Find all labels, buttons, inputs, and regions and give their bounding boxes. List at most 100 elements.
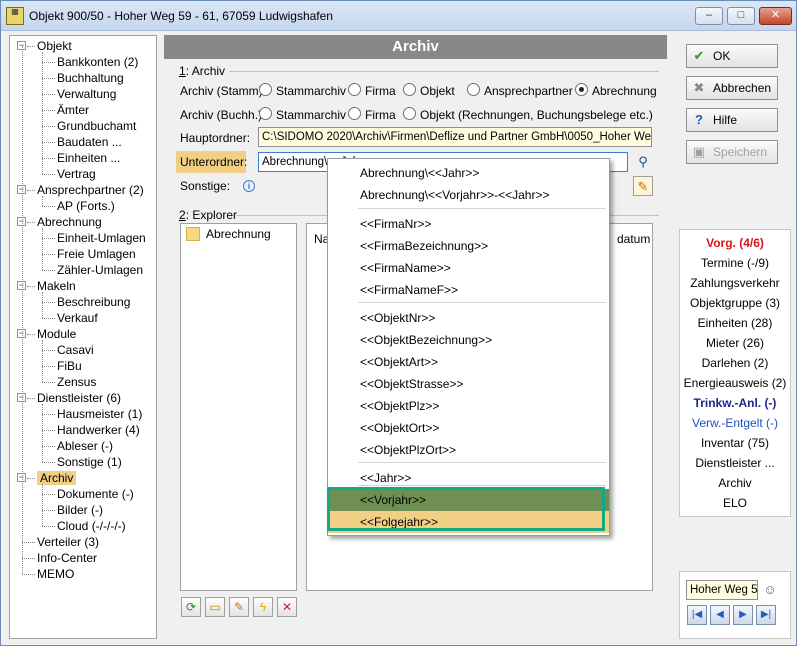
dropdown-option[interactable]: <<FirmaNr>> <box>328 213 609 235</box>
tree-node[interactable]: Dienstleister (6) <box>37 390 121 406</box>
close-button[interactable]: ✕ <box>759 7 792 25</box>
dropdown-option[interactable]: <<ObjektPlzOrt>> <box>328 439 609 461</box>
tree-child-item[interactable]: FiBu <box>57 358 82 374</box>
radio-stamm-ansprechpartner-label[interactable]: Ansprechpartner <box>484 84 573 98</box>
dropdown-option[interactable]: <<ObjektNr>> <box>328 307 609 329</box>
module-link[interactable]: Darlehen (2) <box>680 355 790 371</box>
radio-stamm-firma-label[interactable]: Firma <box>365 84 396 98</box>
open-folder-icon[interactable]: ▭ <box>205 597 225 617</box>
radio-buchh-firma-label[interactable]: Firma <box>365 108 396 122</box>
radio-buchh-firma[interactable] <box>348 107 361 120</box>
tree-node[interactable]: Ansprechpartner (2) <box>37 182 144 198</box>
module-link[interactable]: Termine (-/9) <box>680 255 790 271</box>
lightning-icon[interactable]: ϟ <box>253 597 273 617</box>
dropdown-option[interactable]: <<FirmaNameF>> <box>328 279 609 301</box>
tree-node[interactable]: Info-Center <box>37 550 97 566</box>
delete-icon[interactable]: ✕ <box>277 597 297 617</box>
tree-child-item[interactable]: Verkauf <box>57 310 98 326</box>
radio-stamm-ansprechpartner[interactable] <box>467 83 480 96</box>
radio-stamm-abrechnung[interactable] <box>575 83 588 96</box>
maximize-button[interactable]: □ <box>727 7 755 25</box>
radio-stamm-stammarchiv-label[interactable]: Stammarchiv <box>276 84 346 98</box>
tree-child-item[interactable]: Dokumente (-) <box>57 486 134 502</box>
title-bar[interactable]: ▦ Objekt 900/50 - Hoher Weg 59 - 61, 670… <box>1 1 796 31</box>
module-link[interactable]: Archiv <box>680 475 790 491</box>
dropdown-option[interactable]: <<ObjektBezeichnung>> <box>328 329 609 351</box>
ok-button[interactable]: ✔ OK <box>686 44 778 68</box>
previous-record-button[interactable]: ◀ <box>710 605 730 625</box>
radio-stamm-stammarchiv[interactable] <box>259 83 272 96</box>
radio-buchh-objekt[interactable] <box>403 107 416 120</box>
tree-child-item[interactable]: Casavi <box>57 342 94 358</box>
first-record-button[interactable]: |◀ <box>687 605 707 625</box>
refresh-icon[interactable]: ⟳ <box>181 597 201 617</box>
radio-stamm-objekt[interactable] <box>403 83 416 96</box>
dropdown-option[interactable]: Abrechnung\<<Vorjahr>>-<<Jahr>> <box>328 184 609 206</box>
tree-child-item[interactable]: Beschreibung <box>57 294 130 310</box>
module-link[interactable]: Einheiten (28) <box>680 315 790 331</box>
dropdown-option[interactable]: <<FirmaBezeichnung>> <box>328 235 609 257</box>
tree-child-item[interactable]: Zensus <box>57 374 96 390</box>
tree-child-item[interactable]: Ableser (-) <box>57 438 113 454</box>
radio-buchh-stammarchiv-label[interactable]: Stammarchiv <box>276 108 346 122</box>
explorer-folder-pane[interactable]: Abrechnung <box>180 223 297 591</box>
tree-child-item[interactable]: Cloud (-/-/-/-) <box>57 518 126 534</box>
tree-child-item[interactable]: Buchhaltung <box>57 70 124 86</box>
radio-buchh-stammarchiv[interactable] <box>259 107 272 120</box>
hauptordner-input[interactable]: C:\SIDOMO 2020\Archiv\Firmen\Deflize und… <box>258 127 652 147</box>
tree-child-item[interactable]: Einheiten ... <box>57 150 120 166</box>
radio-stamm-objekt-label[interactable]: Objekt <box>420 84 455 98</box>
speichern-button[interactable]: ▣ Speichern <box>686 140 778 164</box>
dropdown-option[interactable]: <<ObjektOrt>> <box>328 417 609 439</box>
module-link[interactable]: Energieausweis (2) <box>680 375 790 391</box>
wand-icon[interactable]: ✎ <box>633 176 653 196</box>
dropdown-option[interactable]: <<ObjektStrasse>> <box>328 373 609 395</box>
tree-child-item[interactable]: Sonstige (1) <box>57 454 122 470</box>
tree-child-item[interactable]: Baudaten ... <box>57 134 122 150</box>
binoculars-icon[interactable]: ⚲ <box>633 152 653 172</box>
tree-child-item[interactable]: Grundbuchamt <box>57 118 136 134</box>
tree-child-item[interactable]: Vertrag <box>57 166 96 182</box>
tree-node[interactable]: MEMO <box>37 566 74 582</box>
minimize-button[interactable]: – <box>695 7 723 25</box>
tree-child-item[interactable]: Verwaltung <box>57 86 116 102</box>
explorer-folder-item[interactable]: Abrechnung <box>206 227 271 241</box>
last-record-button[interactable]: ▶| <box>756 605 776 625</box>
module-link[interactable]: Mieter (26) <box>680 335 790 351</box>
unterordner-dropdown-list[interactable]: Abrechnung\<<Jahr>> Abrechnung\<<Vorjahr>… <box>327 158 610 536</box>
tree-child-item[interactable]: Zähler-Umlagen <box>57 262 143 278</box>
module-link[interactable]: Zahlungsverkehr <box>680 275 790 291</box>
tree-child-item[interactable]: Handwerker (4) <box>57 422 140 438</box>
dropdown-option[interactable]: Abrechnung\<<Jahr>> <box>328 162 609 184</box>
tree-node[interactable]: Verteiler (3) <box>37 534 99 550</box>
column-header-date[interactable]: datum <box>617 232 650 246</box>
dropdown-option[interactable]: <<ObjektArt>> <box>328 351 609 373</box>
module-link[interactable]: Trinkw.-Anl. (-) <box>680 395 790 411</box>
people-icon[interactable]: ☺ <box>760 580 780 600</box>
module-link[interactable]: ELO <box>680 495 790 511</box>
tree-child-item[interactable]: Hausmeister (1) <box>57 406 142 422</box>
radio-stamm-abrechnung-label[interactable]: Abrechnung <box>592 84 657 98</box>
tree-child-item[interactable]: Freie Umlagen <box>57 246 136 262</box>
abbrechen-button[interactable]: ✖ Abbrechen <box>686 76 778 100</box>
module-link[interactable]: Inventar (75) <box>680 435 790 451</box>
tree-child-item[interactable]: Bankkonten (2) <box>57 54 138 70</box>
tree-child-item[interactable]: Einheit-Umlagen <box>57 230 146 246</box>
radio-stamm-firma[interactable] <box>348 83 361 96</box>
tree-child-item[interactable]: Bilder (-) <box>57 502 103 518</box>
module-link[interactable]: Vorg. (4/6) <box>680 235 790 251</box>
tree-child-item[interactable]: AP (Forts.) <box>57 198 115 214</box>
edit-icon[interactable]: ✎ <box>229 597 249 617</box>
object-search-input[interactable]: Hoher Weg 5 <box>686 580 758 600</box>
hilfe-button[interactable]: ? Hilfe <box>686 108 778 132</box>
next-record-button[interactable]: ▶ <box>733 605 753 625</box>
module-link[interactable]: Verw.-Entgelt (-) <box>680 415 790 431</box>
module-link[interactable]: Dienstleister ... <box>680 455 790 471</box>
module-link[interactable]: Objektgruppe (3) <box>680 295 790 311</box>
info-icon[interactable]: i <box>243 180 255 192</box>
dropdown-option[interactable]: <<FirmaName>> <box>328 257 609 279</box>
radio-buchh-objekt-label[interactable]: Objekt (Rechnungen, Buchungsbelege etc.) <box>420 108 653 122</box>
tree-node[interactable]: Abrechnung <box>37 214 102 230</box>
dropdown-option[interactable]: <<ObjektPlz>> <box>328 395 609 417</box>
tree-child-item[interactable]: Ämter <box>57 102 89 118</box>
